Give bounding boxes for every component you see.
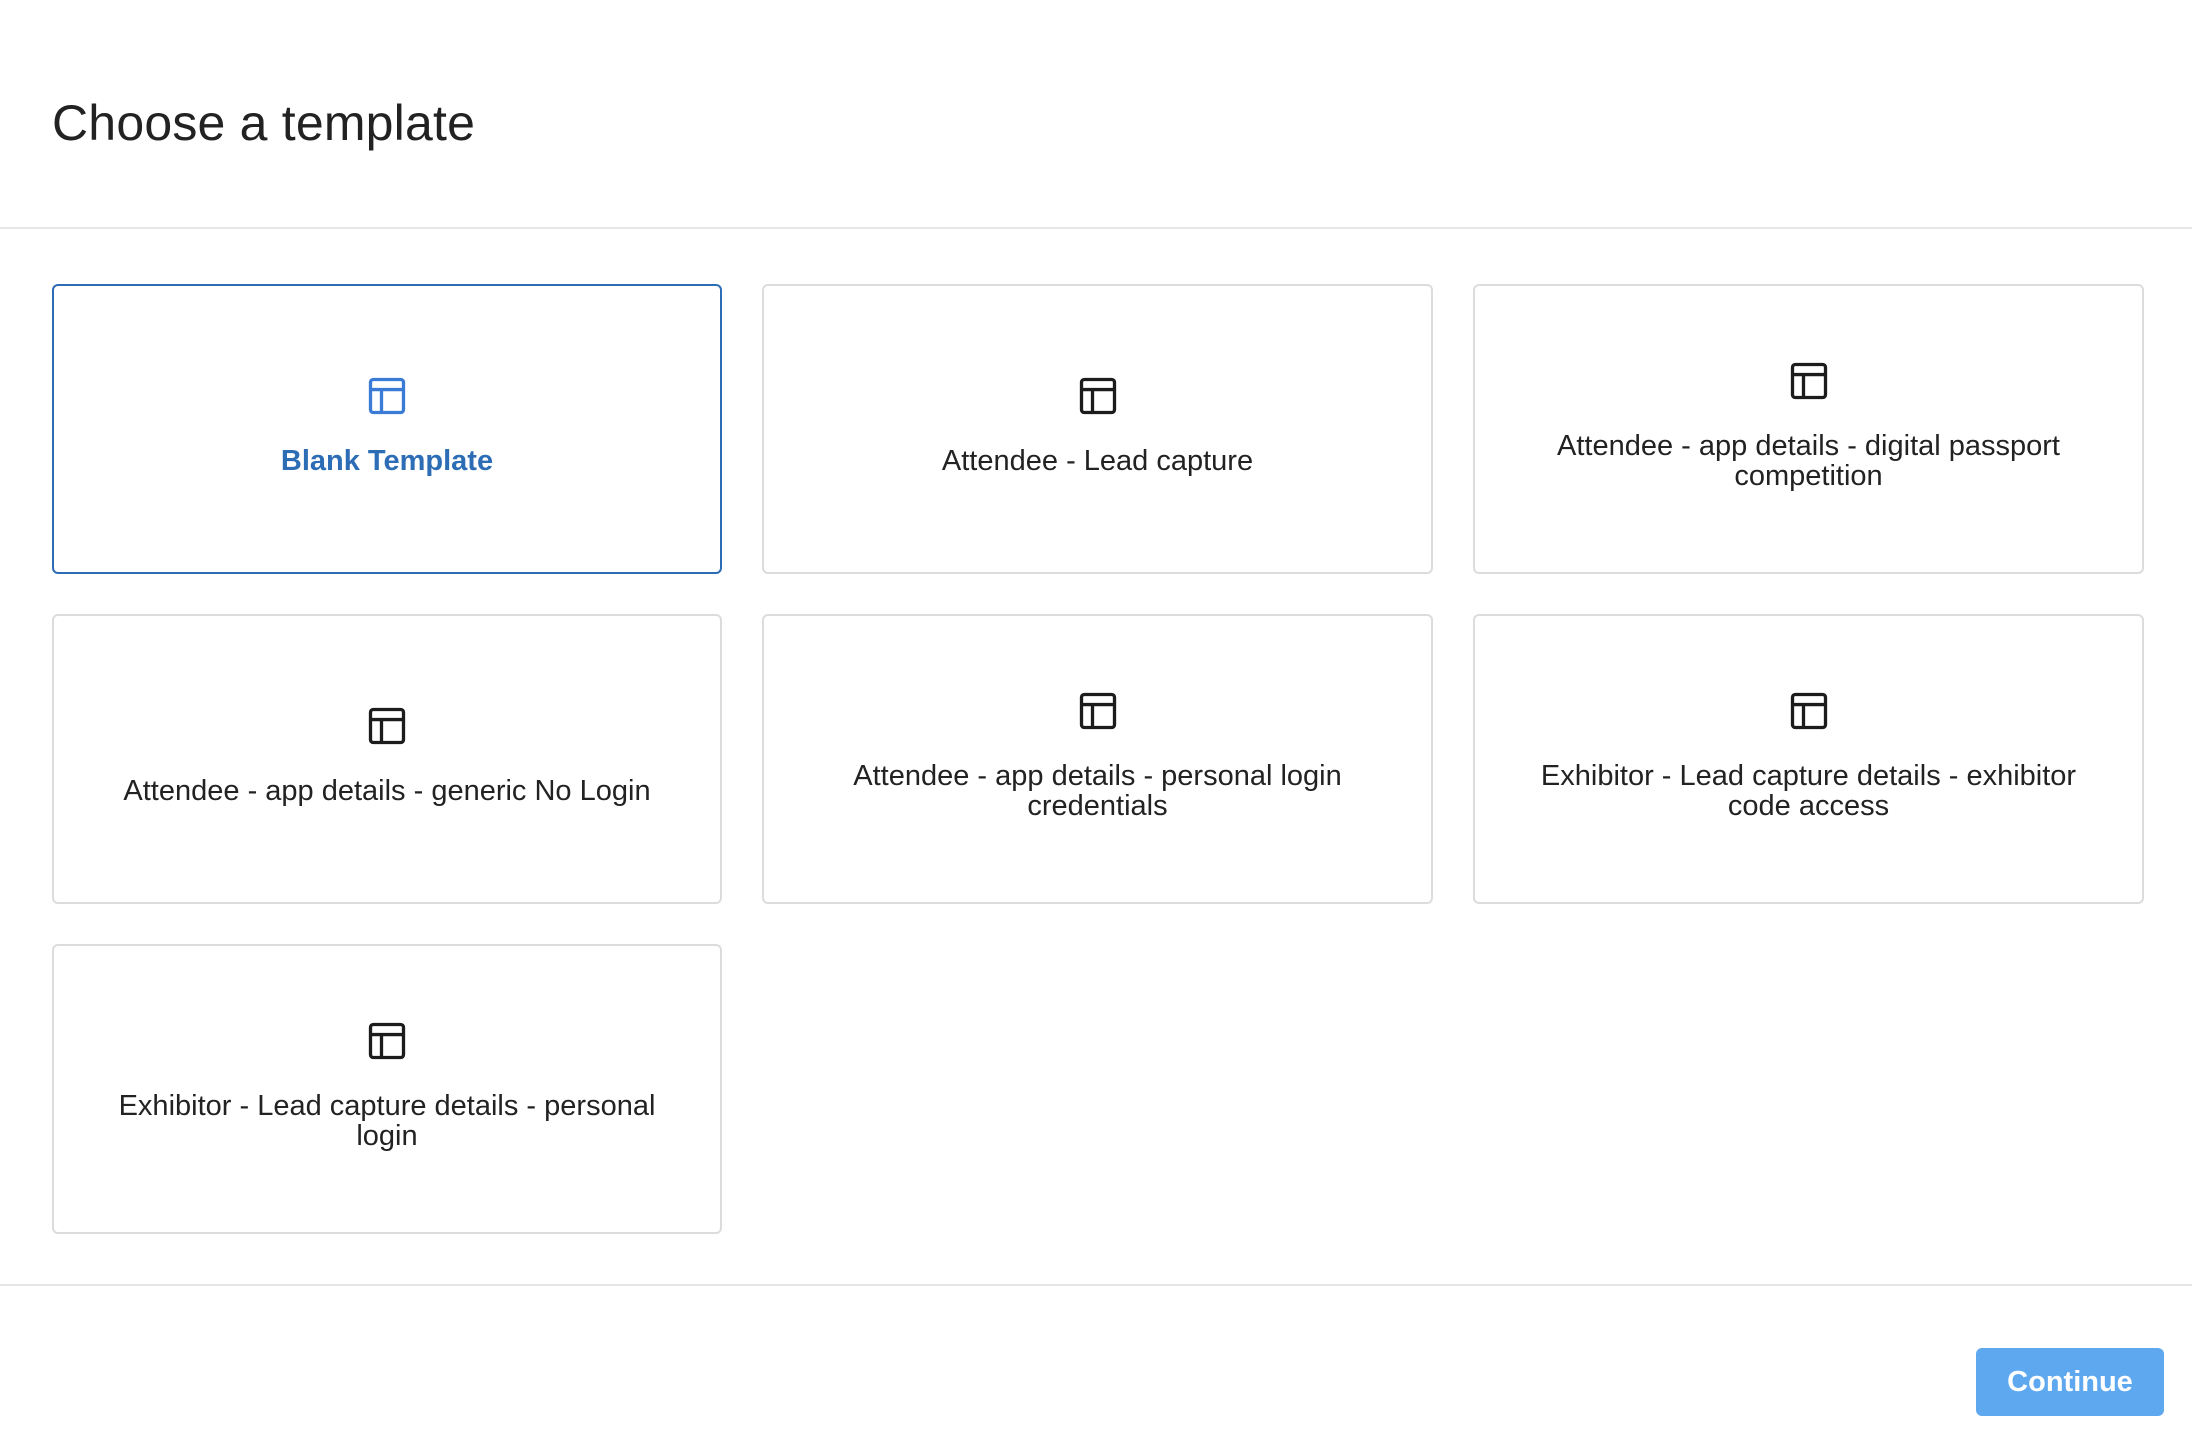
template-card-label: Exhibitor - Lead capture details - perso… (118, 1090, 656, 1152)
layout-template-icon (365, 704, 409, 748)
template-card-label: Attendee - app details - generic No Logi… (123, 775, 651, 807)
template-card-attendee-personal-login[interactable]: Attendee - app details - personal login … (762, 614, 1433, 904)
template-card-label: Attendee - app details - personal login … (853, 760, 1342, 822)
template-card-attendee-lead-capture[interactable]: Attendee - Lead capture (762, 284, 1433, 574)
template-card-label: Attendee - Lead capture (941, 445, 1254, 477)
template-card-attendee-digital-passport[interactable]: Attendee - app details - digital passpor… (1473, 284, 2144, 574)
page-header: Choose a template (0, 0, 2192, 229)
template-card-exhibitor-code-access[interactable]: Exhibitor - Lead capture details - exhib… (1473, 614, 2144, 904)
template-card-label: Exhibitor - Lead capture details - exhib… (1540, 760, 2077, 822)
template-card-attendee-generic-no-login[interactable]: Attendee - app details - generic No Logi… (52, 614, 722, 904)
layout-template-icon (365, 374, 409, 418)
template-card-label: Attendee - app details - digital passpor… (1557, 430, 2060, 492)
layout-template-icon (365, 1019, 409, 1063)
layout-template-icon (1787, 359, 1831, 403)
template-card-label: Blank Template (280, 445, 494, 477)
page-title: Choose a template (52, 95, 476, 151)
layout-template-icon (1076, 374, 1120, 418)
layout-template-icon (1076, 689, 1120, 733)
footer-divider (0, 1284, 2192, 1286)
continue-button[interactable]: Continue (1976, 1348, 2164, 1416)
template-card-exhibitor-personal-login[interactable]: Exhibitor - Lead capture details - perso… (52, 944, 722, 1234)
template-grid: Blank Template Attendee - Lead capture A… (52, 284, 2144, 1234)
layout-template-icon (1787, 689, 1831, 733)
template-card-blank[interactable]: Blank Template (52, 284, 722, 574)
template-chooser-page: Choose a template Blank Template Attende… (0, 0, 2192, 1450)
